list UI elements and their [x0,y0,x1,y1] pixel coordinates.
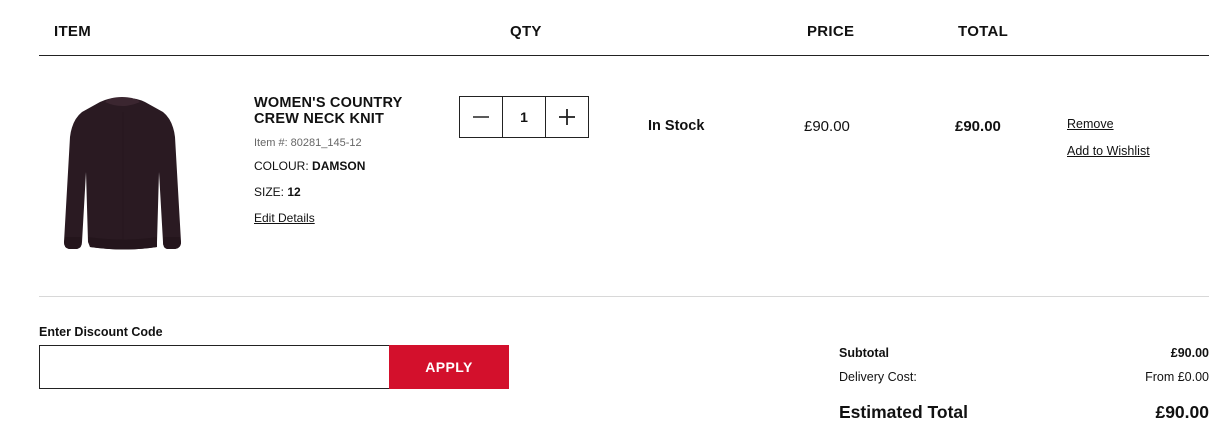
apply-discount-button[interactable]: APPLY [389,345,509,389]
colour-attribute: COLOUR: DAMSON [254,159,365,173]
remove-link[interactable]: Remove [1067,117,1114,131]
column-header-item: ITEM [54,23,92,40]
edit-details-link[interactable]: Edit Details [254,211,315,225]
quantity-stepper: 1 [459,96,589,138]
subtotal-label: Subtotal [839,346,889,360]
increase-quantity-button[interactable] [546,97,588,137]
size-value: 12 [287,185,301,199]
column-header-price: PRICE [807,23,855,40]
decrease-quantity-button[interactable] [460,97,502,137]
discount-code-input[interactable] [39,345,390,389]
column-header-total: TOTAL [958,23,1009,40]
quantity-value[interactable]: 1 [501,97,547,137]
colour-value: DAMSON [312,159,366,173]
line-item-divider [39,296,1209,297]
size-label: SIZE: [254,185,285,199]
size-attribute: SIZE: 12 [254,185,301,199]
unit-price: £90.00 [804,118,850,135]
sweater-icon [64,97,181,250]
discount-code-label: Enter Discount Code [39,325,163,339]
item-number: Item #: 80281_145-12 [254,137,362,149]
plus-icon [559,109,576,125]
line-total: £90.00 [955,118,1001,135]
header-divider [39,55,1209,56]
column-header-qty: QTY [510,23,542,40]
stock-status: In Stock [648,118,705,134]
delivery-cost-label: Delivery Cost: [839,370,917,384]
estimated-total-label: Estimated Total [839,402,969,422]
estimated-total-value: £90.00 [1155,402,1209,422]
add-to-wishlist-link[interactable]: Add to Wishlist [1067,144,1150,158]
product-image[interactable] [55,92,190,257]
minus-icon [472,116,489,118]
subtotal-value: £90.00 [1170,346,1209,360]
delivery-cost-value: From £0.00 [1145,370,1209,384]
colour-label: COLOUR: [254,159,309,173]
product-name[interactable]: WOMEN'S COUNTRY CREW NECK KNIT [254,95,444,127]
